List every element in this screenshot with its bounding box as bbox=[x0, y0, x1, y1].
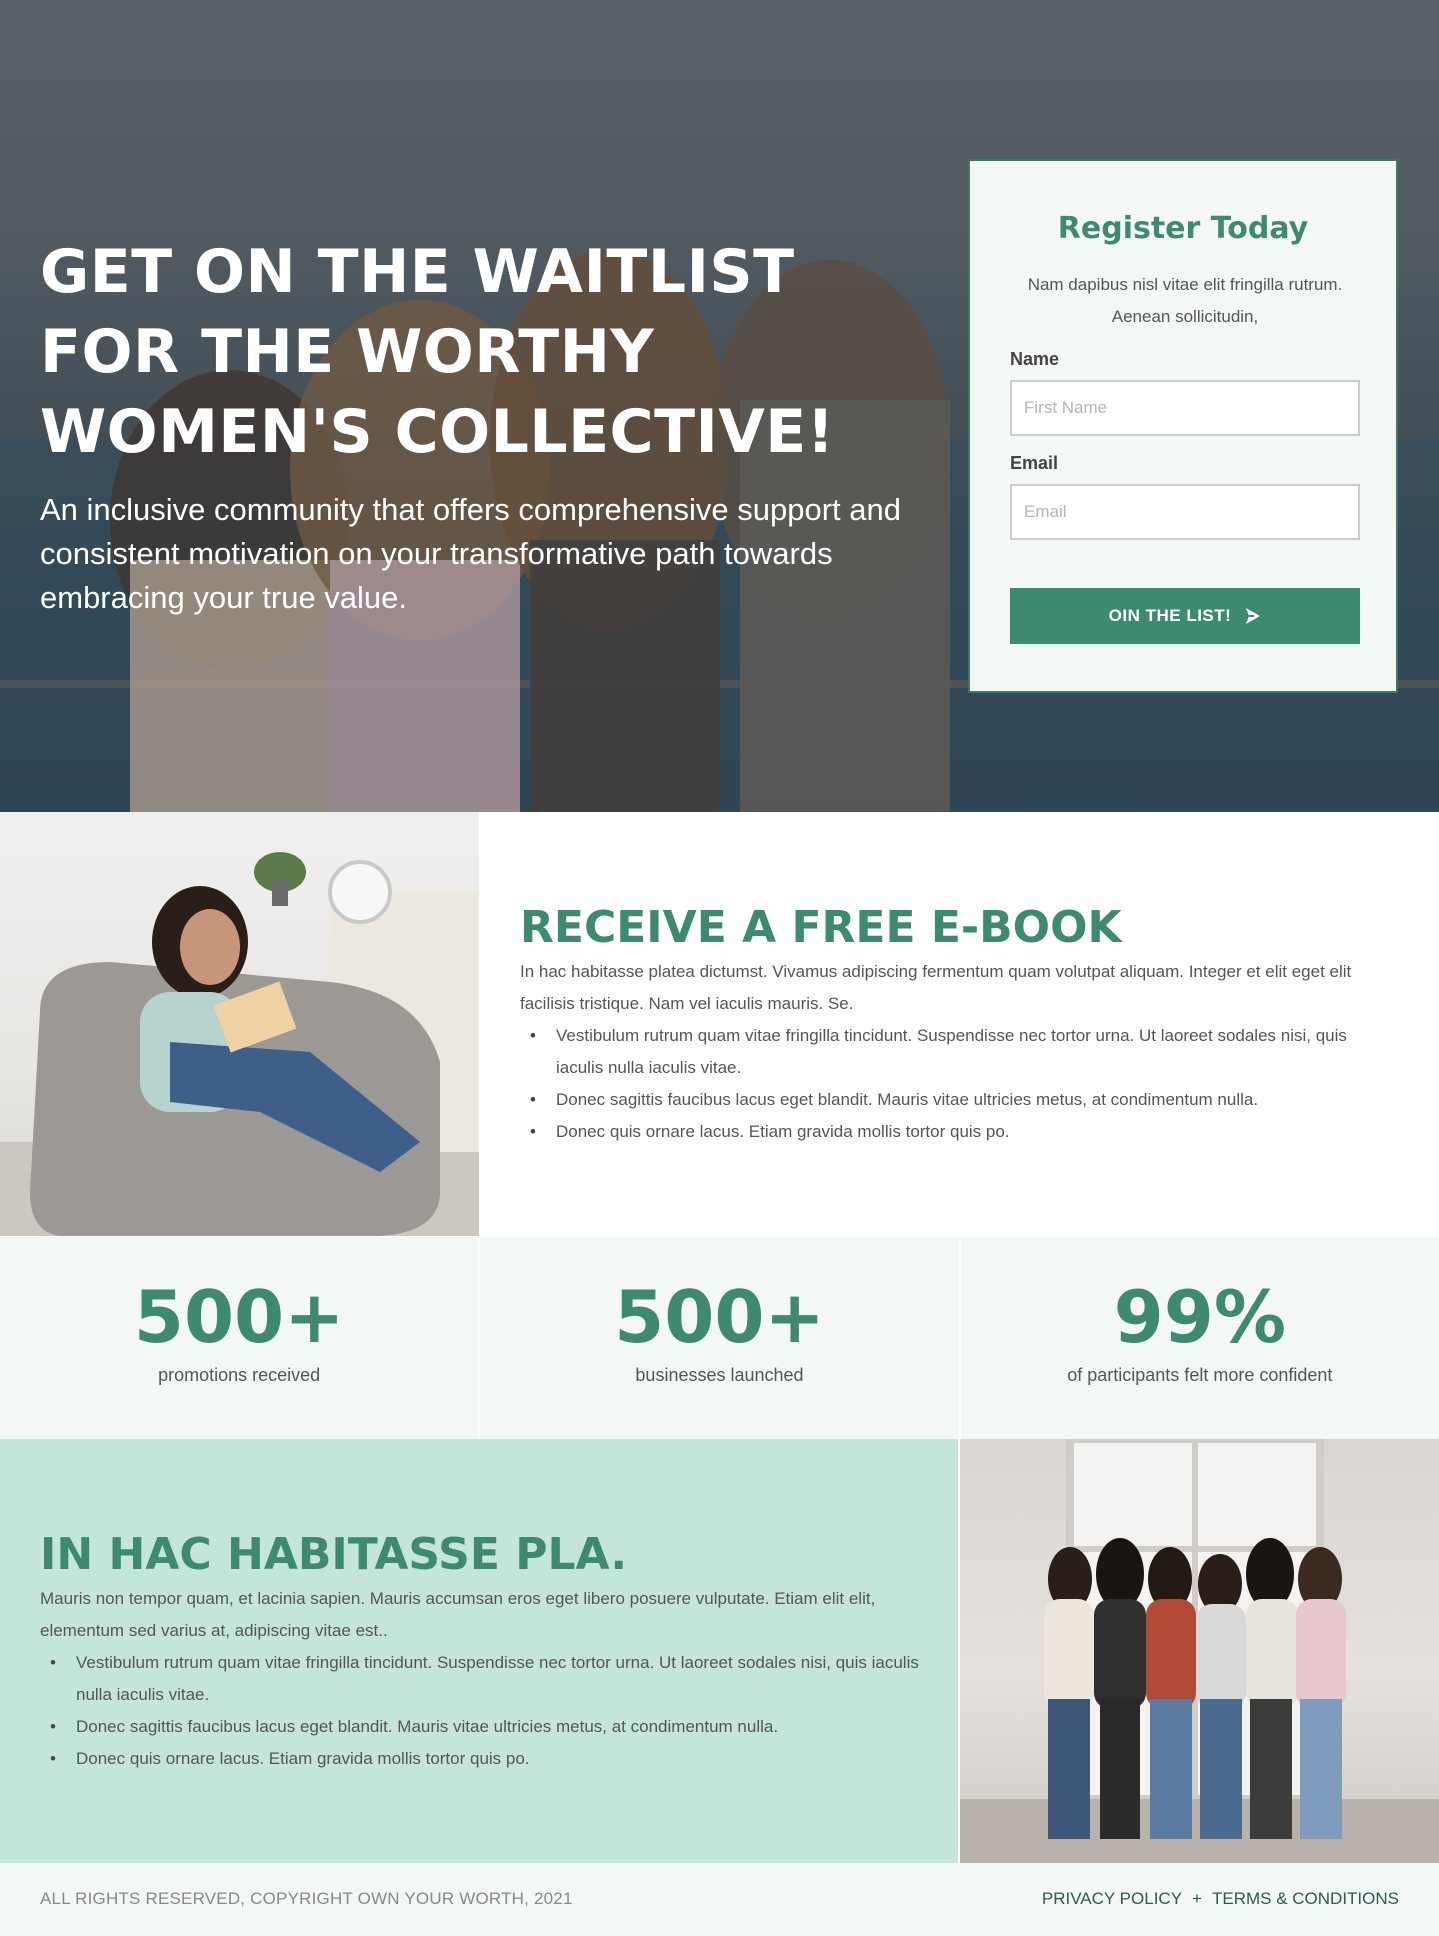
copyright-text: ALL RIGHTS RESERVED, COPYRIGHT OWN YOUR … bbox=[40, 1889, 573, 1908]
register-form: Register Today Nam dapibus nisl vitae el… bbox=[968, 159, 1398, 693]
hero-subtitle: An inclusive community that offers compr… bbox=[40, 492, 901, 615]
habitasse-section: IN HAC HABITASSE PLA. Mauris non tempor … bbox=[0, 1439, 958, 1863]
stat-number: 500+ bbox=[133, 1275, 345, 1359]
privacy-policy-link[interactable]: PRIVACY POLICY bbox=[1042, 1889, 1182, 1909]
name-input[interactable] bbox=[1010, 380, 1360, 436]
name-label: Name bbox=[1010, 349, 1060, 369]
habitasse-title: IN HAC HABITASSE PLA. bbox=[40, 1529, 628, 1580]
ebook-section: RECEIVE A FREE E-BOOK In hac habitasse p… bbox=[520, 900, 1390, 1148]
stats-section: 500+ promotions received 500+ businesses… bbox=[0, 1237, 1439, 1439]
woman-reading-photo bbox=[0, 812, 479, 1236]
join-list-button[interactable]: OIN THE LIST! bbox=[1010, 588, 1360, 644]
list-item: Donec sagittis faucibus lacus eget bland… bbox=[520, 1084, 1390, 1116]
join-list-button-label: OIN THE LIST! bbox=[1108, 606, 1232, 625]
list-item: Vestibulum rutrum quam vitae fringilla t… bbox=[520, 1020, 1390, 1084]
footer-links: PRIVACY POLICY + TERMS & CONDITIONS bbox=[1042, 1889, 1399, 1909]
stat-confidence: 99% of participants felt more confident bbox=[960, 1237, 1439, 1439]
send-icon bbox=[1245, 607, 1261, 625]
ebook-body: In hac habitasse platea dictumst. Vivamu… bbox=[520, 962, 1352, 1013]
ebook-title: RECEIVE A FREE E-BOOK bbox=[520, 902, 1122, 953]
hero-section: GET ON THE WAITLIST FOR THE WORTHY WOMEN… bbox=[0, 0, 1439, 812]
list-item: Donec sagittis faucibus lacus eget bland… bbox=[40, 1711, 920, 1743]
register-description: Nam dapibus nisl vitae elit fringilla ru… bbox=[1027, 275, 1343, 326]
stat-label: promotions received bbox=[158, 1365, 321, 1385]
stat-number: 99% bbox=[1113, 1275, 1286, 1359]
habitasse-body: Mauris non tempor quam, et lacinia sapie… bbox=[40, 1589, 876, 1640]
email-label: Email bbox=[1010, 453, 1059, 473]
list-item: Vestibulum rutrum quam vitae fringilla t… bbox=[40, 1647, 920, 1711]
habitasse-list: Vestibulum rutrum quam vitae fringilla t… bbox=[40, 1647, 920, 1775]
stat-number: 500+ bbox=[614, 1275, 825, 1359]
stat-promotions: 500+ promotions received bbox=[0, 1237, 481, 1439]
list-item: Donec quis ornare lacus. Etiam gravida m… bbox=[40, 1743, 920, 1775]
email-input[interactable] bbox=[1010, 484, 1360, 540]
stat-label: businesses launched bbox=[635, 1365, 804, 1385]
footer: ALL RIGHTS RESERVED, COPYRIGHT OWN YOUR … bbox=[0, 1863, 1439, 1936]
hero-title: GET ON THE WAITLIST FOR THE WORTHY WOMEN… bbox=[40, 237, 835, 467]
footer-separator: + bbox=[1192, 1889, 1202, 1908]
register-title: Register Today bbox=[1057, 211, 1309, 246]
stat-label: of participants felt more confident bbox=[1067, 1365, 1333, 1385]
list-item: Donec quis ornare lacus. Etiam gravida m… bbox=[520, 1116, 1390, 1148]
stat-businesses: 500+ businesses launched bbox=[480, 1237, 961, 1439]
terms-conditions-link[interactable]: TERMS & CONDITIONS bbox=[1212, 1889, 1399, 1909]
ebook-list: Vestibulum rutrum quam vitae fringilla t… bbox=[520, 1020, 1390, 1148]
group-of-women-photo bbox=[960, 1439, 1439, 1863]
